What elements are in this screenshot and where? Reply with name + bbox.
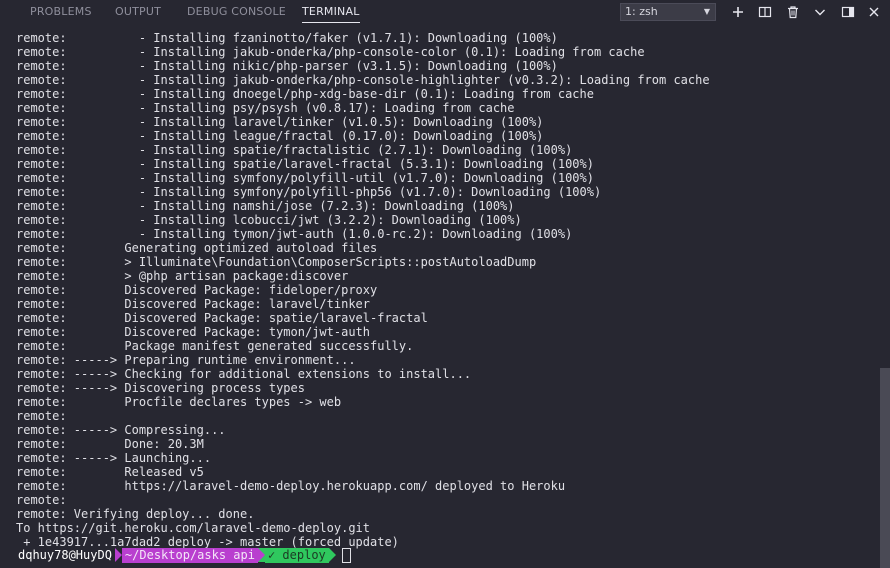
terminal-line: remote: Done: 20.3M — [16, 437, 204, 451]
terminal-lines: remote: - Installing fzaninotto/faker (v… — [16, 31, 710, 549]
terminal-line: remote: - Installing lcobucci/jwt (3.2.2… — [16, 213, 522, 227]
terminal-line: remote: - Installing symfony/polyfill-ut… — [16, 171, 594, 185]
terminal-line: remote: Procfile declares types -> web — [16, 395, 342, 409]
terminal-line: remote: -----> Launching... — [16, 451, 212, 465]
panel-tab-bar: PROBLEMS OUTPUT DEBUG CONSOLE TERMINAL 1… — [0, 0, 890, 25]
terminal-line: remote: - Installing fzaninotto/faker (v… — [16, 31, 558, 45]
close-icon[interactable] — [866, 4, 882, 20]
terminal-line: remote: Discovered Package: tymon/jwt-au… — [16, 325, 371, 339]
terminal-line: remote: -----> Discovering process types — [16, 381, 305, 395]
toggle-maximize-icon[interactable] — [840, 4, 856, 20]
terminal-line: remote: Package manifest generated succe… — [16, 339, 414, 353]
prompt-separator — [114, 548, 122, 562]
terminal-panel: PROBLEMS OUTPUT DEBUG CONSOLE TERMINAL 1… — [0, 0, 890, 568]
shell-select[interactable]: 1: zsh ▼ — [620, 3, 716, 21]
terminal-line: To https://git.heroku.com/laravel-demo-d… — [16, 521, 371, 535]
terminal-line: remote: - Installing tymon/jwt-auth (1.0… — [16, 227, 573, 241]
terminal-line: remote: — [16, 493, 67, 507]
terminal-line: remote: > @php artisan package:discover — [16, 269, 349, 283]
terminal-line: remote: - Installing jakub-onderka/php-c… — [16, 45, 645, 59]
terminal-line: remote: Generating optimized autoload fi… — [16, 241, 378, 255]
terminal-line: remote: -----> Compressing... — [16, 423, 226, 437]
chevron-down-icon: ▼ — [703, 7, 710, 16]
terminal-line: remote: Discovered Package: fideloper/pr… — [16, 283, 378, 297]
prompt-user: dqhuy78@HuyDQ — [16, 548, 115, 563]
trash-icon[interactable] — [785, 4, 801, 20]
prompt-directory: ~/Desktop/asks api — [121, 548, 258, 563]
tab-problems[interactable]: PROBLEMS — [30, 0, 92, 25]
plus-icon[interactable] — [730, 4, 746, 20]
terminal-line: remote: - Installing league/fractal (0.1… — [16, 129, 544, 143]
terminal-line: remote: Verifying deploy... done. — [16, 507, 255, 521]
terminal-line: remote: Released v5 — [16, 465, 204, 479]
tab-output[interactable]: OUTPUT — [115, 0, 161, 25]
tab-debug-console[interactable]: DEBUG CONSOLE — [187, 0, 286, 25]
terminal-line: + 1e43917...1a7dad2 deploy -> master (fo… — [16, 535, 399, 549]
scrollbar-thumb[interactable] — [880, 368, 890, 568]
terminal-line: remote: https://laravel-demo-deploy.hero… — [16, 479, 566, 493]
terminal-output[interactable]: remote: - Installing fzaninotto/faker (v… — [0, 25, 876, 568]
terminal-line: remote: - Installing namshi/jose (7.2.3)… — [16, 199, 515, 213]
terminal-prompt: dqhuy78@HuyDQ ~/Desktop/asks api ✓ deploy — [16, 548, 351, 563]
terminal-line: remote: - Installing spatie/laravel-frac… — [16, 157, 594, 171]
terminal-line: remote: Discovered Package: laravel/tink… — [16, 297, 371, 311]
terminal-line: remote: - Installing laravel/tinker (v1.… — [16, 115, 544, 129]
terminal-line: remote: - Installing psy/psysh (v0.8.17)… — [16, 101, 515, 115]
chevron-down-icon[interactable] — [812, 4, 828, 20]
terminal-cursor — [341, 548, 351, 563]
split-terminal-icon[interactable] — [757, 4, 773, 20]
shell-select-value: 1: zsh — [625, 5, 658, 18]
terminal-line: remote: > Illuminate\Foundation\Composer… — [16, 255, 537, 269]
terminal-line: remote: - Installing nikic/php-parser (v… — [16, 59, 558, 73]
prompt-separator — [257, 548, 265, 562]
prompt-separator — [328, 548, 336, 562]
terminal-line: remote: - Installing spatie/fractalistic… — [16, 143, 573, 157]
prompt-git-branch: ✓ deploy — [264, 548, 329, 563]
terminal-line: remote: — [16, 409, 67, 423]
terminal-line: remote: - Installing symfony/polyfill-ph… — [16, 185, 602, 199]
terminal-line: remote: -----> Checking for additional e… — [16, 367, 472, 381]
terminal-line: remote: Discovered Package: spatie/larav… — [16, 311, 428, 325]
terminal-line: remote: -----> Preparing runtime environ… — [16, 353, 356, 367]
terminal-line: remote: - Installing dnoegel/php-xdg-bas… — [16, 87, 594, 101]
tab-terminal[interactable]: TERMINAL — [302, 0, 360, 25]
terminal-line: remote: - Installing jakub-onderka/php-c… — [16, 73, 710, 87]
